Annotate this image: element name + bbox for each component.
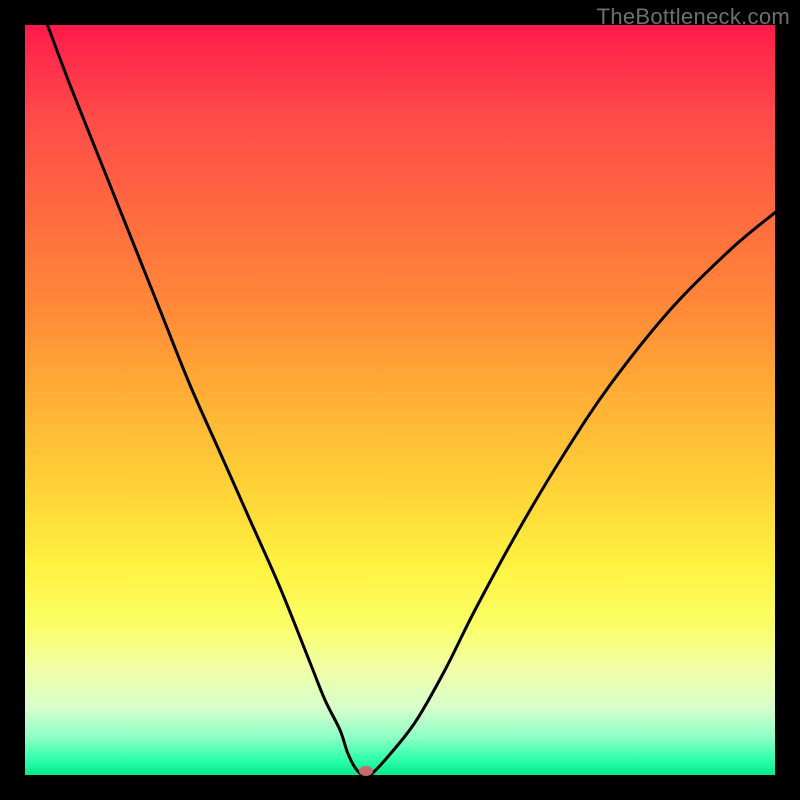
curve-svg	[25, 25, 775, 775]
bottleneck-curve	[48, 25, 776, 775]
watermark-text: TheBottleneck.com	[597, 4, 790, 30]
chart-frame: TheBottleneck.com	[0, 0, 800, 800]
